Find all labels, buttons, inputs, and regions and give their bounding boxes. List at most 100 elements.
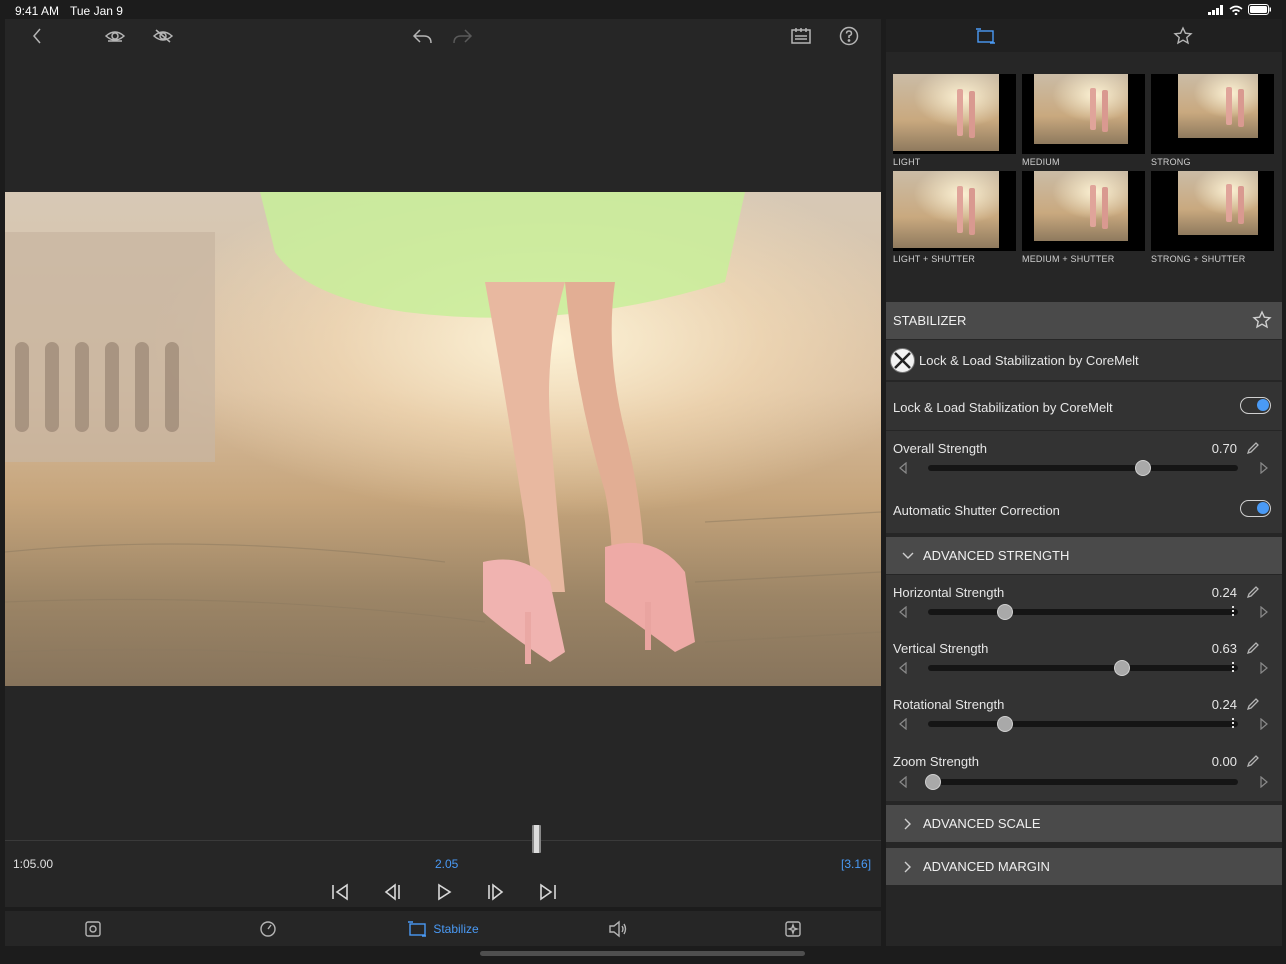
redo-icon [453,29,473,44]
show-overlay-button[interactable] [101,22,129,50]
advanced-scale-title: ADVANCED SCALE [923,816,1041,831]
timecode-current: 2.05 [435,857,459,871]
notes-button[interactable] [787,22,815,50]
hide-overlay-button[interactable] [149,22,177,50]
pencil-icon [1246,586,1259,599]
go-to-start-button[interactable] [325,877,355,907]
zoom-strength-track[interactable] [928,779,1238,785]
back-button[interactable] [23,22,51,50]
edit-zoom-button[interactable] [1246,754,1260,771]
shutter-label: Automatic Shutter Correction [893,503,1060,518]
video-preview[interactable] [5,192,881,686]
edit-vertical-button[interactable] [1246,641,1260,658]
tab-effects[interactable] [706,911,881,946]
edit-horizontal-button[interactable] [1246,585,1260,602]
system-indicators [1208,4,1272,15]
default-tick [1232,718,1234,730]
status-bar: 9:41 AM Tue Jan 9 [0,0,1286,20]
plugin-row: Lock & Load Stabilization by CoreMelt [886,340,1282,380]
rotational-strength-thumb[interactable] [997,716,1013,732]
play-button[interactable] [429,877,459,907]
inspector-tabs [886,19,1282,52]
signal-icon [1208,4,1223,15]
overall-strength-track[interactable] [928,465,1238,471]
vertical-strength-value: 0.63 [1211,641,1237,656]
triangle-left-icon [899,717,907,731]
increment-vertical-button[interactable] [1260,661,1268,677]
tab-audio[interactable] [531,911,706,946]
preset-light-shutter[interactable]: LIGHT + SHUTTER [893,171,1016,264]
enable-label: Lock & Load Stabilization by CoreMelt [893,400,1113,415]
horizontal-strength-thumb[interactable] [997,604,1013,620]
preset-label: MEDIUM + SHUTTER [1022,254,1115,264]
decrement-overall-button[interactable] [899,461,907,477]
increment-rotational-button[interactable] [1260,717,1268,733]
increment-zoom-button[interactable] [1260,775,1268,791]
decrement-vertical-button[interactable] [899,661,907,677]
toggle-knob [1257,399,1269,411]
effects-icon [785,920,802,937]
preset-label: STRONG + SHUTTER [1151,254,1246,264]
go-to-end-button[interactable] [533,877,563,907]
tab-stabilize[interactable]: Stabilize [355,911,530,946]
rotational-strength-track[interactable] [928,721,1238,727]
preset-light[interactable]: LIGHT [893,74,1016,167]
decrement-rotational-button[interactable] [899,717,907,733]
increment-overall-button[interactable] [1260,461,1268,477]
wifi-icon [1229,5,1243,15]
status-time: 9:41 AM [15,4,60,18]
skip-end-icon [540,883,556,901]
advanced-strength-header[interactable]: ADVANCED STRENGTH [886,537,1282,574]
triangle-right-icon [1260,717,1268,731]
step-forward-button[interactable] [481,877,511,907]
edit-rotational-button[interactable] [1246,697,1260,714]
step-back-button[interactable] [377,877,407,907]
help-button[interactable] [835,22,863,50]
decrement-horizontal-button[interactable] [899,605,907,621]
tab-speed[interactable] [180,911,355,946]
overall-strength-thumb[interactable] [1135,460,1151,476]
chevron-right-icon [893,861,923,873]
zoom-strength-thumb[interactable] [925,774,941,790]
undo-icon [412,29,432,44]
shutter-toggle[interactable] [1240,500,1271,517]
playhead-handle[interactable] [532,825,541,853]
default-tick [1232,606,1234,618]
triangle-left-icon [899,661,907,675]
increment-horizontal-button[interactable] [1260,605,1268,621]
preset-thumbnail [893,171,999,248]
star-icon [1173,25,1193,44]
triangle-left-icon [899,775,907,789]
speaker-icon [609,920,627,937]
advanced-strength-title: ADVANCED STRENGTH [923,548,1070,563]
triangle-right-icon [1260,605,1268,619]
tab-presets[interactable] [886,19,1084,52]
tab-favorites[interactable] [1084,19,1282,52]
tab-stabilize-label: Stabilize [433,921,479,936]
vertical-strength-thumb[interactable] [1114,660,1130,676]
enable-row: Lock & Load Stabilization by CoreMelt [886,382,1282,430]
redo-button[interactable] [449,22,477,50]
preset-strong-shutter[interactable]: STRONG + SHUTTER [1151,171,1274,264]
decrement-zoom-button[interactable] [899,775,907,791]
advanced-scale-header[interactable]: ADVANCED SCALE [886,805,1282,842]
preset-medium-shutter[interactable]: MEDIUM + SHUTTER [1022,171,1145,264]
chevron-down-icon [893,552,923,560]
preset-medium[interactable]: MEDIUM [1022,74,1145,167]
timecode-duration: [3.16] [841,857,872,871]
vertical-strength-track[interactable] [928,665,1238,671]
pencil-icon [1246,698,1259,711]
pencil-icon [1246,642,1259,655]
advanced-margin-header[interactable]: ADVANCED MARGIN [886,848,1282,885]
pencil-icon [1246,755,1259,768]
enable-toggle[interactable] [1240,397,1271,414]
undo-button[interactable] [408,22,436,50]
rotational-strength-value: 0.24 [1211,697,1237,712]
tab-transform[interactable] [5,911,180,946]
favorite-star-button[interactable] [1252,310,1272,333]
preset-strong[interactable]: STRONG [1151,74,1274,167]
timeline-track[interactable] [5,840,881,841]
horizontal-strength-track[interactable] [928,609,1238,615]
edit-overall-button[interactable] [1246,441,1260,458]
stabilizer-header: STABILIZER [886,302,1282,339]
